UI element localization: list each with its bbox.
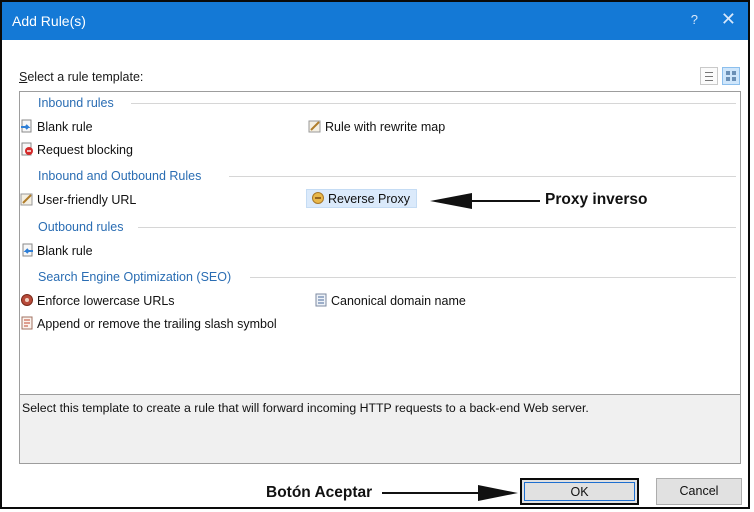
canonical-domain-icon [315,293,327,307]
request-blocking-icon [21,142,33,156]
ok-button-label: OK [524,482,635,501]
item-label: Rule with rewrite map [325,120,446,134]
item-label: Request blocking [37,143,133,157]
rule-template-list[interactable]: Inbound rules Blank rule Rule with rewri… [19,91,741,395]
item-label: Reverse Proxy [328,192,410,206]
item-label: Enforce lowercase URLs [37,294,175,308]
ok-button[interactable]: OK [520,478,639,505]
item-label: Blank rule [37,244,93,258]
annotation-proxy-label: Proxy inverso [545,191,648,208]
list-lines-icon [705,72,713,73]
select-template-label: Select a rule template: [19,70,143,84]
annotation-arrow-accept [382,485,518,501]
template-description: Select this template to create a rule th… [22,401,589,415]
group-divider [131,103,736,104]
blank-rule-icon [21,119,32,133]
select-template-label-text: elect a rule template: [27,70,144,84]
annotation-accept-label: Botón Aceptar [266,484,373,501]
cancel-button[interactable]: Cancel [656,478,742,505]
tiles-icon [726,71,730,75]
tiles-icon-4 [732,77,736,81]
template-enforce-lowercase-urls[interactable]: Enforce lowercase URLs [20,293,175,308]
lowercase-icon [21,294,33,306]
group-header-seo: Search Engine Optimization (SEO) [38,270,232,284]
group-header-inbound: Inbound rules [38,96,114,110]
group-header-outbound: Outbound rules [38,220,124,234]
item-label: Append or remove the trailing slash symb… [37,317,277,331]
close-button[interactable]: ✕ [721,9,736,30]
item-label: Blank rule [37,120,93,134]
reverse-proxy-icon [312,192,324,204]
template-canonical-domain-name[interactable]: Canonical domain name [314,293,466,308]
details-view-button[interactable] [700,67,718,85]
blank-rule-outbound-icon [22,243,33,257]
user-friendly-url-icon [20,193,33,206]
template-blank-rule-outbound[interactable]: Blank rule [20,243,93,258]
help-button[interactable]: ? [691,12,698,27]
list-lines-icon-3 [705,80,713,81]
list-lines-icon-2 [705,76,713,77]
template-user-friendly-url[interactable]: User-friendly URL [20,192,136,207]
template-trailing-slash[interactable]: Append or remove the trailing slash symb… [20,316,277,331]
tiles-icon-3 [726,77,730,81]
item-label: Canonical domain name [331,294,466,308]
dialog-title: Add Rule(s) [12,13,86,29]
template-description-panel: Select this template to create a rule th… [19,394,741,464]
rewrite-map-icon [308,120,321,133]
group-header-inbound-outbound: Inbound and Outbound Rules [38,169,202,183]
template-request-blocking[interactable]: Request blocking [20,142,133,157]
template-blank-rule-inbound[interactable]: Blank rule [20,119,93,134]
tiles-icon-2 [732,71,736,75]
group-divider [229,176,736,177]
item-label: User-friendly URL [37,193,137,207]
template-rule-with-rewrite-map[interactable]: Rule with rewrite map [308,119,445,134]
trailing-slash-icon [21,316,33,330]
title-bar: Add Rule(s) ? ✕ [2,2,748,40]
template-reverse-proxy[interactable]: Reverse Proxy [306,189,417,208]
tiles-view-button[interactable] [722,67,740,85]
group-divider [250,277,736,278]
annotation-arrow-proxy [430,193,540,209]
group-divider [138,227,736,228]
